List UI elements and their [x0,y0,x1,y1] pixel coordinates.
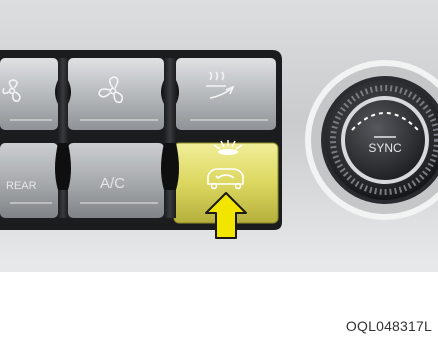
climate-control-panel: REAR A/C SYNC [0,0,438,272]
defrost-mode-button[interactable] [176,58,276,130]
rear-defrost-label: REAR [6,180,37,192]
figure: REAR A/C SYNC OQL048317L [0,0,438,343]
fan-speed-up-button[interactable] [68,58,164,130]
ac-label: A/C [100,175,125,192]
top-button-row [0,58,276,130]
fan-speed-down-button[interactable] [0,58,58,130]
figure-code: OQL048317L [345,318,432,334]
sync-label: SYNC [368,141,402,155]
